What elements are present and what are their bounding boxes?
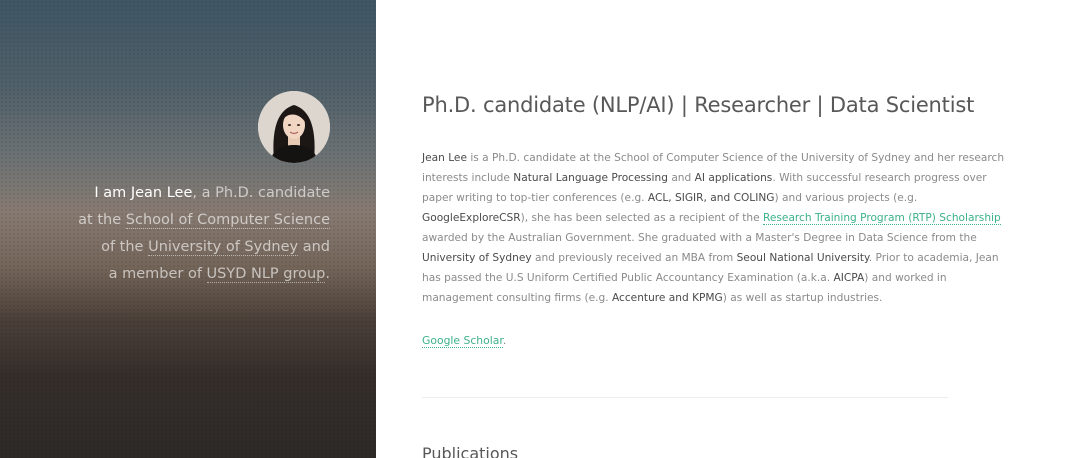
bio-text: ) and worked in <box>864 272 947 284</box>
scholar-period: . <box>502 334 507 347</box>
section-divider <box>422 397 948 398</box>
bio-aicpa: AICPA <box>833 272 865 284</box>
bio-line-1: Jean Lee is a Ph.D. candidate at the Sch… <box>422 148 1004 168</box>
school-link[interactable]: School of Computer Science <box>125 212 330 229</box>
bio-snu: Seoul National University <box>736 252 869 264</box>
bio-firms: Accenture and KPMG <box>611 292 723 304</box>
bio-usyd: University of Sydney <box>422 252 532 264</box>
nlp-group-link[interactable]: USYD NLP group <box>206 266 326 283</box>
avatar <box>258 91 330 163</box>
intro-member-text: a member of <box>108 266 207 282</box>
bio-text: paper writing to top-tier conferences (e… <box>422 192 648 204</box>
sidebar: I am Jean Lee, a Ph.D. candidate at the … <box>0 0 376 458</box>
bio-text: and <box>667 172 695 184</box>
bio-ai: AI applications <box>694 172 773 184</box>
bio-text: . With successful research progress over <box>772 172 987 184</box>
publications-heading: Publications <box>422 444 519 458</box>
bio-text: is a Ph.D. candidate at the School of Co… <box>466 152 1005 164</box>
avatar-portrait-image <box>258 91 330 163</box>
bio-text: interests include <box>422 172 514 184</box>
scholar-paragraph: Google Scholar. <box>422 331 506 351</box>
page: I am Jean Lee, a Ph.D. candidate at the … <box>0 0 1076 458</box>
bio-text: management consulting firms (e.g. <box>422 292 612 304</box>
intro-line-2: at the School of Computer Science <box>0 207 330 234</box>
bio-name: Jean Lee <box>422 152 467 164</box>
intro-line-4: a member of USYD NLP group. <box>0 261 330 288</box>
bio-text: and previously received an MBA from <box>531 252 737 264</box>
university-link[interactable]: University of Sydney <box>148 239 299 256</box>
bio-paragraph: Jean Lee is a Ph.D. candidate at the Sch… <box>422 148 1004 308</box>
bio-line-3: paper writing to top-tier conferences (e… <box>422 188 948 208</box>
google-scholar-link[interactable]: Google Scholar <box>422 334 503 348</box>
bio-text: ) as well as startup industries. <box>722 292 883 304</box>
bio-line-5: awarded by the Australian Government. Sh… <box>422 228 977 248</box>
bio-nlp: Natural Language Processing <box>513 172 668 184</box>
intro-line-1: I am Jean Lee, a Ph.D. candidate <box>0 180 330 207</box>
bio-line-6: University of Sydney and previously rece… <box>422 248 999 268</box>
bio-text: has passed the U.S Uniform Certified Pub… <box>422 272 834 284</box>
intro-period: . <box>325 266 330 282</box>
bio-line-7: has passed the U.S Uniform Certified Pub… <box>422 268 948 288</box>
sidebar-intro: I am Jean Lee, a Ph.D. candidate at the … <box>0 180 330 288</box>
intro-at-the-text: at the <box>78 212 126 228</box>
bio-project: GoogleExploreCSR <box>422 212 521 224</box>
page-title: Ph.D. candidate (NLP/AI) | Researcher | … <box>422 93 975 117</box>
intro-phd-text: , a Ph.D. candidate <box>192 185 330 201</box>
intro-line-3: of the University of Sydney and <box>0 234 330 261</box>
rtp-scholarship-link[interactable]: Research Training Program (RTP) Scholars… <box>763 212 1001 225</box>
bio-text: awarded by the Australian Government. Sh… <box>422 232 977 244</box>
bio-line-8: management consulting firms (e.g. Accent… <box>422 288 948 308</box>
bio-conferences: ACL, SIGIR, and COLING <box>647 192 775 204</box>
intro-name: I am Jean Lee <box>94 185 193 201</box>
bio-text: . Prior to academia, Jean <box>868 252 999 264</box>
intro-and-text: and <box>298 239 330 255</box>
intro-of-the-text: of the <box>101 239 149 255</box>
bio-text: ) and various projects (e.g. <box>774 192 918 204</box>
bio-line-2: interests include Natural Language Proce… <box>422 168 987 188</box>
bio-line-4: GoogleExploreCSR), she has been selected… <box>422 208 1001 228</box>
bio-text: ), she has been selected as a recipient … <box>520 212 763 224</box>
